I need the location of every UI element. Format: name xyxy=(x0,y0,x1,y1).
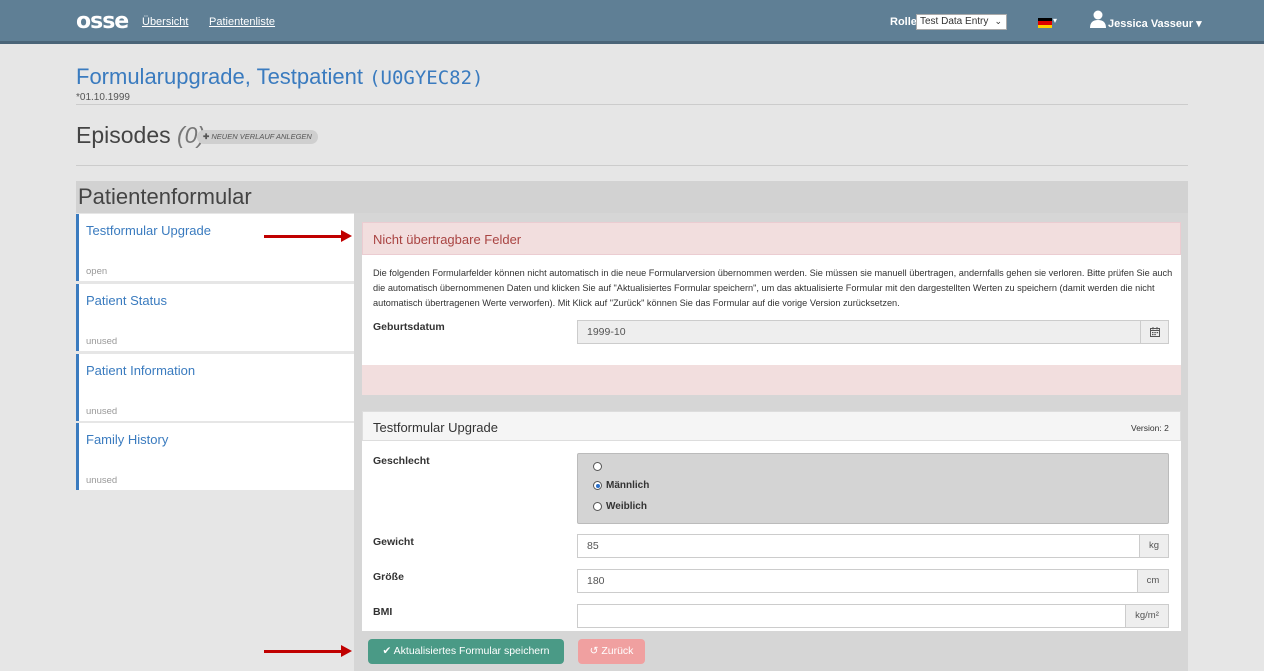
sidebar-item-status: unused xyxy=(86,336,118,347)
back-button[interactable]: ↺ Zurück xyxy=(578,639,645,664)
sidebar-item-patient-status[interactable]: Patient Status unused xyxy=(76,284,354,351)
gender-field-label: Geschlecht xyxy=(373,455,430,467)
bmi-unit: kg/m² xyxy=(1125,604,1169,628)
error-panel-description: Die folgenden Formularfelder können nich… xyxy=(373,268,1173,308)
sidebar-item-label: Patient Status xyxy=(86,293,167,308)
radio-button[interactable] xyxy=(593,462,602,471)
height-input[interactable] xyxy=(577,569,1138,593)
new-episode-label: NEUEN VERLAUF ANLEGEN xyxy=(211,132,312,141)
annotation-arrow-icon xyxy=(264,645,352,657)
undo-icon: ↺ xyxy=(589,645,599,657)
page-title: Formularupgrade, Testpatient (U0GYEC82) xyxy=(76,64,484,90)
form-version: Version: 2 xyxy=(1131,423,1169,433)
weight-input[interactable] xyxy=(577,534,1140,558)
user-icon[interactable] xyxy=(1090,10,1106,28)
sidebar-item-family-history[interactable]: Family History unused xyxy=(76,423,354,490)
bmi-field-label: BMI xyxy=(373,606,393,618)
top-navbar xyxy=(0,0,1264,44)
bmi-input[interactable] xyxy=(577,604,1126,628)
sidebar-item-label: Patient Information xyxy=(86,363,196,378)
new-episode-button[interactable]: ✚ NEUEN VERLAUF ANLEGEN xyxy=(197,130,318,144)
radio-button-checked[interactable] xyxy=(593,481,602,490)
birthdate-field-label: Geburtsdatum xyxy=(373,321,445,333)
back-button-label: Zurück xyxy=(601,645,634,657)
weight-unit: kg xyxy=(1139,534,1169,558)
save-button-label: Aktualisiertes Formular speichern xyxy=(393,645,550,657)
annotation-arrow-icon xyxy=(264,230,352,242)
calendar-button[interactable] xyxy=(1140,320,1169,344)
role-label: Rolle xyxy=(890,16,917,28)
osse-logo[interactable]: osse xyxy=(76,9,129,34)
form-title: Testformular Upgrade xyxy=(373,420,498,435)
weight-field-label: Gewicht xyxy=(373,536,414,548)
patient-name: Formularupgrade, Testpatient xyxy=(76,64,363,89)
role-select-value: Test Data Entry xyxy=(920,16,989,27)
sidebar-item-status: unused xyxy=(86,475,118,486)
plus-icon: ✚ xyxy=(203,132,210,141)
radio-button[interactable] xyxy=(593,502,602,511)
sidebar-item-label: Testformular Upgrade xyxy=(86,223,211,238)
gender-option-label: Männlich xyxy=(606,480,650,491)
sidebar-item-status: open xyxy=(86,266,108,277)
patient-birthdate: *01.10.1999 xyxy=(76,92,130,103)
gender-radio-group xyxy=(577,453,1169,524)
sidebar-item-testformular-upgrade[interactable]: Testformular Upgrade open xyxy=(76,214,354,281)
sidebar-item-label: Family History xyxy=(86,432,169,447)
patient-form-title: Patientenformular xyxy=(78,184,252,209)
height-field-label: Größe xyxy=(373,571,404,583)
gender-radio-empty[interactable] xyxy=(593,462,606,471)
checkmark-icon: ✔ xyxy=(382,645,392,657)
height-unit: cm xyxy=(1137,569,1169,593)
chevron-down-icon: ⌄ xyxy=(994,16,1002,26)
episodes-title: Episodes xyxy=(76,122,171,148)
error-panel-title: Nicht übertragbare Felder xyxy=(373,232,522,247)
sidebar-item-patient-information[interactable]: Patient Information unused xyxy=(76,354,354,421)
role-select[interactable]: Test Data Entry ⌄ xyxy=(916,14,1007,30)
user-menu[interactable]: Jessica Vasseur ▾ xyxy=(1108,17,1202,30)
save-updated-form-button[interactable]: ✔ Aktualisiertes Formular speichern xyxy=(368,639,564,664)
sidebar-item-status: unused xyxy=(86,406,118,417)
language-caret-icon: ▾ xyxy=(1053,16,1058,25)
user-name: Jessica Vasseur xyxy=(1108,18,1194,30)
divider xyxy=(76,165,1188,166)
german-flag-icon[interactable] xyxy=(1038,18,1052,28)
divider xyxy=(76,104,1188,105)
gender-radio-female[interactable]: Weiblich xyxy=(593,501,647,512)
birthdate-input[interactable] xyxy=(577,320,1141,344)
calendar-icon xyxy=(1149,327,1160,337)
nav-link-patient-list[interactable]: Patientenliste xyxy=(209,16,275,28)
patient-code: (U0GYEC82) xyxy=(369,67,484,89)
gender-option-label: Weiblich xyxy=(606,501,647,512)
gender-radio-male[interactable]: Männlich xyxy=(593,480,649,491)
error-panel-footer xyxy=(362,365,1181,395)
episodes-heading: Episodes (0) xyxy=(76,122,205,149)
nav-link-overview[interactable]: Übersicht xyxy=(142,16,188,28)
